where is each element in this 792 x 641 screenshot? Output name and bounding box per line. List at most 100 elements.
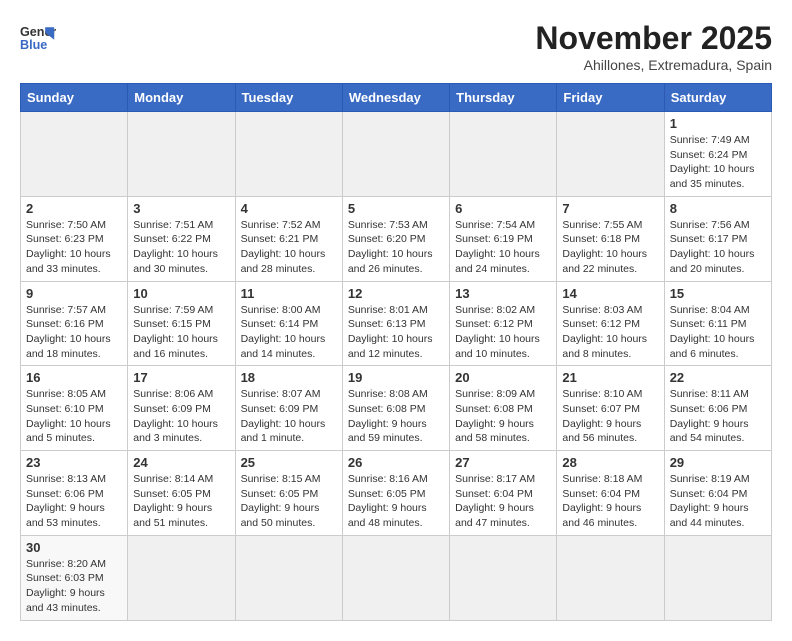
calendar-cell: 9 Sunrise: 7:57 AM Sunset: 6:16 PM Daylig… [21, 281, 128, 366]
weekday-header-friday: Friday [557, 84, 664, 112]
calendar-cell: 3 Sunrise: 7:51 AM Sunset: 6:22 PM Daylig… [128, 196, 235, 281]
calendar-week-row: 9 Sunrise: 7:57 AM Sunset: 6:16 PM Daylig… [21, 281, 772, 366]
calendar-cell: 23Sunrise: 8:13 AM Sunset: 6:06 PM Dayli… [21, 451, 128, 536]
calendar-cell: 17 Sunrise: 8:06 AM Sunset: 6:09 PM Dayli… [128, 366, 235, 451]
day-number: 19 [348, 370, 444, 385]
calendar-cell: 19Sunrise: 8:08 AM Sunset: 6:08 PM Dayli… [342, 366, 449, 451]
calendar-cell: 5 Sunrise: 7:53 AM Sunset: 6:20 PM Daylig… [342, 196, 449, 281]
day-number: 22 [670, 370, 766, 385]
calendar-cell [21, 112, 128, 197]
calendar-cell: 10 Sunrise: 7:59 AM Sunset: 6:15 PM Dayli… [128, 281, 235, 366]
day-info: Sunrise: 7:50 AM Sunset: 6:23 PM Dayligh… [26, 218, 122, 277]
calendar-cell: 29 Sunrise: 8:19 AM Sunset: 6:04 PM Dayli… [664, 451, 771, 536]
day-number: 12 [348, 286, 444, 301]
calendar-cell [128, 535, 235, 620]
calendar-cell [342, 535, 449, 620]
day-info: Sunrise: 8:19 AM Sunset: 6:04 PM Dayligh… [670, 472, 766, 531]
day-number: 1 [670, 116, 766, 131]
day-info: Sunrise: 7:59 AM Sunset: 6:15 PM Dayligh… [133, 303, 229, 362]
day-info: Sunrise: 8:02 AM Sunset: 6:12 PM Dayligh… [455, 303, 551, 362]
calendar-cell: 25 Sunrise: 8:15 AM Sunset: 6:05 PM Dayli… [235, 451, 342, 536]
day-number: 27 [455, 455, 551, 470]
day-number: 6 [455, 201, 551, 216]
calendar-week-row: 2Sunrise: 7:50 AM Sunset: 6:23 PM Daylig… [21, 196, 772, 281]
day-info: Sunrise: 8:00 AM Sunset: 6:14 PM Dayligh… [241, 303, 337, 362]
day-info: Sunrise: 7:51 AM Sunset: 6:22 PM Dayligh… [133, 218, 229, 277]
day-number: 8 [670, 201, 766, 216]
day-info: Sunrise: 8:20 AM Sunset: 6:03 PM Dayligh… [26, 557, 122, 616]
calendar-cell: 13 Sunrise: 8:02 AM Sunset: 6:12 PM Dayli… [450, 281, 557, 366]
day-info: Sunrise: 7:49 AM Sunset: 6:24 PM Dayligh… [670, 133, 766, 192]
calendar-cell: 28Sunrise: 8:18 AM Sunset: 6:04 PM Dayli… [557, 451, 664, 536]
day-info: Sunrise: 8:14 AM Sunset: 6:05 PM Dayligh… [133, 472, 229, 531]
calendar-cell: 27 Sunrise: 8:17 AM Sunset: 6:04 PM Dayli… [450, 451, 557, 536]
day-number: 7 [562, 201, 658, 216]
calendar-table: SundayMondayTuesdayWednesdayThursdayFrid… [20, 83, 772, 621]
calendar-cell [235, 535, 342, 620]
logo: General Blue [20, 20, 56, 56]
calendar-week-row: 23Sunrise: 8:13 AM Sunset: 6:06 PM Dayli… [21, 451, 772, 536]
calendar-cell [342, 112, 449, 197]
day-info: Sunrise: 8:13 AM Sunset: 6:06 PM Dayligh… [26, 472, 122, 531]
page-header: General Blue November 2025 Ahillones, Ex… [20, 20, 772, 73]
day-info: Sunrise: 8:09 AM Sunset: 6:08 PM Dayligh… [455, 387, 551, 446]
day-number: 10 [133, 286, 229, 301]
calendar-week-row: 30 Sunrise: 8:20 AM Sunset: 6:03 PM Dayli… [21, 535, 772, 620]
calendar-cell: 30 Sunrise: 8:20 AM Sunset: 6:03 PM Dayli… [21, 535, 128, 620]
calendar-cell [664, 535, 771, 620]
svg-text:Blue: Blue [20, 38, 47, 52]
calendar-cell [450, 535, 557, 620]
general-blue-logo-icon: General Blue [20, 20, 56, 56]
day-number: 9 [26, 286, 122, 301]
day-number: 21 [562, 370, 658, 385]
day-number: 17 [133, 370, 229, 385]
day-number: 29 [670, 455, 766, 470]
calendar-cell: 12 Sunrise: 8:01 AM Sunset: 6:13 PM Dayli… [342, 281, 449, 366]
day-info: Sunrise: 7:53 AM Sunset: 6:20 PM Dayligh… [348, 218, 444, 277]
day-info: Sunrise: 8:15 AM Sunset: 6:05 PM Dayligh… [241, 472, 337, 531]
calendar-cell: 22 Sunrise: 8:11 AM Sunset: 6:06 PM Dayli… [664, 366, 771, 451]
day-info: Sunrise: 7:56 AM Sunset: 6:17 PM Dayligh… [670, 218, 766, 277]
day-info: Sunrise: 7:52 AM Sunset: 6:21 PM Dayligh… [241, 218, 337, 277]
weekday-header-sunday: Sunday [21, 84, 128, 112]
month-year-title: November 2025 [535, 20, 772, 57]
day-number: 18 [241, 370, 337, 385]
day-number: 13 [455, 286, 551, 301]
calendar-cell: 11Sunrise: 8:00 AM Sunset: 6:14 PM Dayli… [235, 281, 342, 366]
day-info: Sunrise: 8:11 AM Sunset: 6:06 PM Dayligh… [670, 387, 766, 446]
day-number: 16 [26, 370, 122, 385]
calendar-cell: 15Sunrise: 8:04 AM Sunset: 6:11 PM Dayli… [664, 281, 771, 366]
day-number: 15 [670, 286, 766, 301]
day-number: 3 [133, 201, 229, 216]
day-info: Sunrise: 7:57 AM Sunset: 6:16 PM Dayligh… [26, 303, 122, 362]
day-info: Sunrise: 8:17 AM Sunset: 6:04 PM Dayligh… [455, 472, 551, 531]
day-info: Sunrise: 8:16 AM Sunset: 6:05 PM Dayligh… [348, 472, 444, 531]
day-info: Sunrise: 8:10 AM Sunset: 6:07 PM Dayligh… [562, 387, 658, 446]
calendar-cell: 2Sunrise: 7:50 AM Sunset: 6:23 PM Daylig… [21, 196, 128, 281]
day-info: Sunrise: 7:54 AM Sunset: 6:19 PM Dayligh… [455, 218, 551, 277]
calendar-cell: 20 Sunrise: 8:09 AM Sunset: 6:08 PM Dayli… [450, 366, 557, 451]
day-info: Sunrise: 8:06 AM Sunset: 6:09 PM Dayligh… [133, 387, 229, 446]
calendar-cell: 4Sunrise: 7:52 AM Sunset: 6:21 PM Daylig… [235, 196, 342, 281]
day-number: 20 [455, 370, 551, 385]
calendar-cell: 14 Sunrise: 8:03 AM Sunset: 6:12 PM Dayli… [557, 281, 664, 366]
day-number: 25 [241, 455, 337, 470]
weekday-header-tuesday: Tuesday [235, 84, 342, 112]
day-number: 24 [133, 455, 229, 470]
day-info: Sunrise: 7:55 AM Sunset: 6:18 PM Dayligh… [562, 218, 658, 277]
calendar-week-row: 16Sunrise: 8:05 AM Sunset: 6:10 PM Dayli… [21, 366, 772, 451]
calendar-cell: 26Sunrise: 8:16 AM Sunset: 6:05 PM Dayli… [342, 451, 449, 536]
day-number: 30 [26, 540, 122, 555]
calendar-cell: 7 Sunrise: 7:55 AM Sunset: 6:18 PM Daylig… [557, 196, 664, 281]
day-info: Sunrise: 8:03 AM Sunset: 6:12 PM Dayligh… [562, 303, 658, 362]
calendar-cell [557, 112, 664, 197]
day-info: Sunrise: 8:01 AM Sunset: 6:13 PM Dayligh… [348, 303, 444, 362]
calendar-cell: 1 Sunrise: 7:49 AM Sunset: 6:24 PM Daylig… [664, 112, 771, 197]
day-number: 14 [562, 286, 658, 301]
weekday-header-thursday: Thursday [450, 84, 557, 112]
calendar-cell: 21 Sunrise: 8:10 AM Sunset: 6:07 PM Dayli… [557, 366, 664, 451]
day-number: 5 [348, 201, 444, 216]
day-info: Sunrise: 8:07 AM Sunset: 6:09 PM Dayligh… [241, 387, 337, 446]
title-area: November 2025 Ahillones, Extremadura, Sp… [535, 20, 772, 73]
day-number: 28 [562, 455, 658, 470]
